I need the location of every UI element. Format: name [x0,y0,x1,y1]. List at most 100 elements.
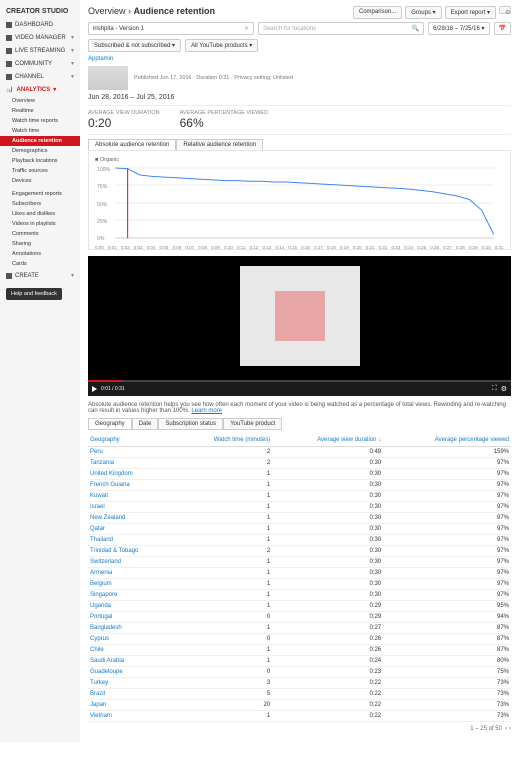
groups-button[interactable]: Groups ▾ [405,6,441,19]
location-search-input[interactable]: Search for locations🔍 [258,22,424,35]
sidebar-sub-devices[interactable]: Devices [0,176,80,186]
sidebar-sub-watch-time-reports[interactable]: Watch time reports [0,116,80,126]
subtab-subscription-status[interactable]: Subscription status [158,418,223,430]
table-row[interactable]: Kuwait10:3097% [88,491,511,502]
help-feedback-button[interactable]: Help and feedback [6,288,62,300]
col-avd[interactable]: Average view duration ↓ [272,434,383,447]
sidebar-sub-overview[interactable]: Overview [0,96,80,106]
geo-link[interactable]: Belgium [90,581,112,587]
sidebar-sub-audience-retention[interactable]: Audience retention [0,136,80,146]
table-row[interactable]: Thailand10:3097% [88,535,511,546]
breadcrumb-root[interactable]: Overview [88,6,126,16]
player-gear-icon[interactable]: ⚙ [501,385,507,393]
metric-avd[interactable]: AVERAGE VIEW DURATION 0:20 [88,110,160,130]
table-row[interactable]: Brazil50:2273% [88,689,511,700]
table-row[interactable]: Japan200:2273% [88,700,511,711]
table-row[interactable]: Turkey30:2273% [88,678,511,689]
geo-link[interactable]: United Kingdom [90,471,133,477]
geo-link[interactable]: Saudi Arabia [90,658,124,664]
calendar-icon[interactable]: 📅 [494,22,511,35]
table-row[interactable]: Saudi Arabia10:2480% [88,656,511,667]
video-filter-input[interactable]: irishpita - Version 1✕ [88,22,254,35]
products-filter[interactable]: All YouTube products ▾ [185,39,258,52]
table-row[interactable]: Singapore10:3097% [88,590,511,601]
date-range-picker[interactable]: 6/28/16 – 7/25/16 ▾ [428,22,489,35]
table-row[interactable]: New Zealand10:3097% [88,513,511,524]
sidebar-sub-traffic-sources[interactable]: Traffic sources [0,166,80,176]
geo-link[interactable]: Switzerland [90,559,121,565]
geo-link[interactable]: Israel [90,504,105,510]
search-icon[interactable]: 🔍 [412,25,419,32]
sidebar-sub-realtime[interactable]: Realtime [0,106,80,116]
table-row[interactable]: Peru20:49159% [88,447,511,458]
geo-link[interactable]: Singapore [90,592,117,598]
metric-apv[interactable]: AVERAGE PERCENTAGE VIEWED 66% [180,110,268,130]
subtab-geography[interactable]: Geography [88,418,132,430]
sidebar-sub-demographics[interactable]: Demographics [0,146,80,156]
geo-link[interactable]: Vietnam [90,713,112,719]
table-row[interactable]: Portugal00:2994% [88,612,511,623]
table-row[interactable]: Israel10:3097% [88,502,511,513]
sidebar-sub-subscribers[interactable]: Subscribers [0,199,80,209]
table-row[interactable]: Uganda10:2995% [88,601,511,612]
sidebar-community[interactable]: COMMUNITY▾ [0,57,80,70]
table-row[interactable]: Guadeloupe00:2375% [88,667,511,678]
geo-link[interactable]: Turkey [90,680,108,686]
sidebar-sub-watch-time[interactable]: Watch time [0,126,80,136]
geo-link[interactable]: Japan [90,702,106,708]
table-row[interactable]: United Kingdom10:3097% [88,469,511,480]
col-geography[interactable]: Geography [88,434,174,447]
geo-link[interactable]: Chile [90,647,104,653]
table-row[interactable]: Belgium10:3097% [88,579,511,590]
table-row[interactable]: Switzerland10:3097% [88,557,511,568]
geo-link[interactable]: Qatar [90,526,105,532]
channel-link[interactable]: Apptamin [88,56,511,62]
sidebar-analytics[interactable]: 📊ANALYTICS▾ [0,83,80,96]
geo-link[interactable]: New Zealand [90,515,125,521]
sidebar-channel[interactable]: CHANNEL▾ [0,70,80,83]
sidebar-sub-videos-in-playlists[interactable]: Videos in playlists [0,219,80,229]
col-apv[interactable]: Average percentage viewed [383,434,511,447]
table-row[interactable]: Armenia10:3097% [88,568,511,579]
table-row[interactable]: Cyprus00:2687% [88,634,511,645]
fullscreen-icon[interactable]: ⛶ [492,385,497,393]
sidebar-sub-playback-locations[interactable]: Playback locations [0,156,80,166]
sidebar-video-manager[interactable]: VIDEO MANAGER▾ [0,31,80,44]
table-row[interactable]: Qatar10:3097% [88,524,511,535]
table-row[interactable]: Vietnam10:2273% [88,711,511,722]
clear-filter-icon[interactable]: ✕ [244,25,249,32]
geo-link[interactable]: Brazil [90,691,105,697]
geo-link[interactable]: Kuwait [90,493,108,499]
sidebar-sub-annotations[interactable]: Annotations [0,249,80,259]
geo-link[interactable]: Cyprus [90,636,109,642]
sidebar-create[interactable]: CREATE▾ [0,269,80,282]
sidebar-dashboard[interactable]: DASHBOARD [0,19,80,31]
geo-link[interactable]: Thailand [90,537,113,543]
geo-link[interactable]: Uganda [90,603,111,609]
sidebar-live-streaming[interactable]: LIVE STREAMING▾ [0,44,80,57]
geo-link[interactable]: French Guiana [90,482,130,488]
table-row[interactable]: Bangladesh10:2787% [88,623,511,634]
subtab-date[interactable]: Date [132,418,159,430]
subtab-youtube-product[interactable]: YouTube product [223,418,282,430]
sidebar-sub-likes-and-dislikes[interactable]: Likes and dislikes [0,209,80,219]
sidebar-sub-engagement-reports[interactable]: Engagement reports [0,189,80,199]
play-icon[interactable] [92,386,97,392]
geo-link[interactable]: Bangladesh [90,625,122,631]
geo-link[interactable]: Portugal [90,614,112,620]
sidebar-sub-cards[interactable]: Cards [0,259,80,269]
col-watch-time[interactable]: Watch time (minutes) [174,434,273,447]
table-row[interactable]: Chile10:2687% [88,645,511,656]
geo-link[interactable]: Tanzania [90,460,114,466]
sidebar-sub-comments[interactable]: Comments [0,229,80,239]
table-row[interactable]: French Guiana10:3097% [88,480,511,491]
pager-prev[interactable]: ‹ [505,726,507,732]
table-row[interactable]: Tanzania20:3097% [88,458,511,469]
geo-link[interactable]: Trinidad & Tobago [90,548,138,554]
subscribed-filter[interactable]: Subscribed & not subscribed ▾ [88,39,181,52]
export-button[interactable]: Export report ▾ [445,6,496,19]
sidebar-sub-sharing[interactable]: Sharing [0,239,80,249]
video-player[interactable]: 0:01 / 0:31 ⛶ ⚙ [88,256,511,396]
geo-link[interactable]: Peru [90,449,103,455]
geo-link[interactable]: Armenia [90,570,112,576]
